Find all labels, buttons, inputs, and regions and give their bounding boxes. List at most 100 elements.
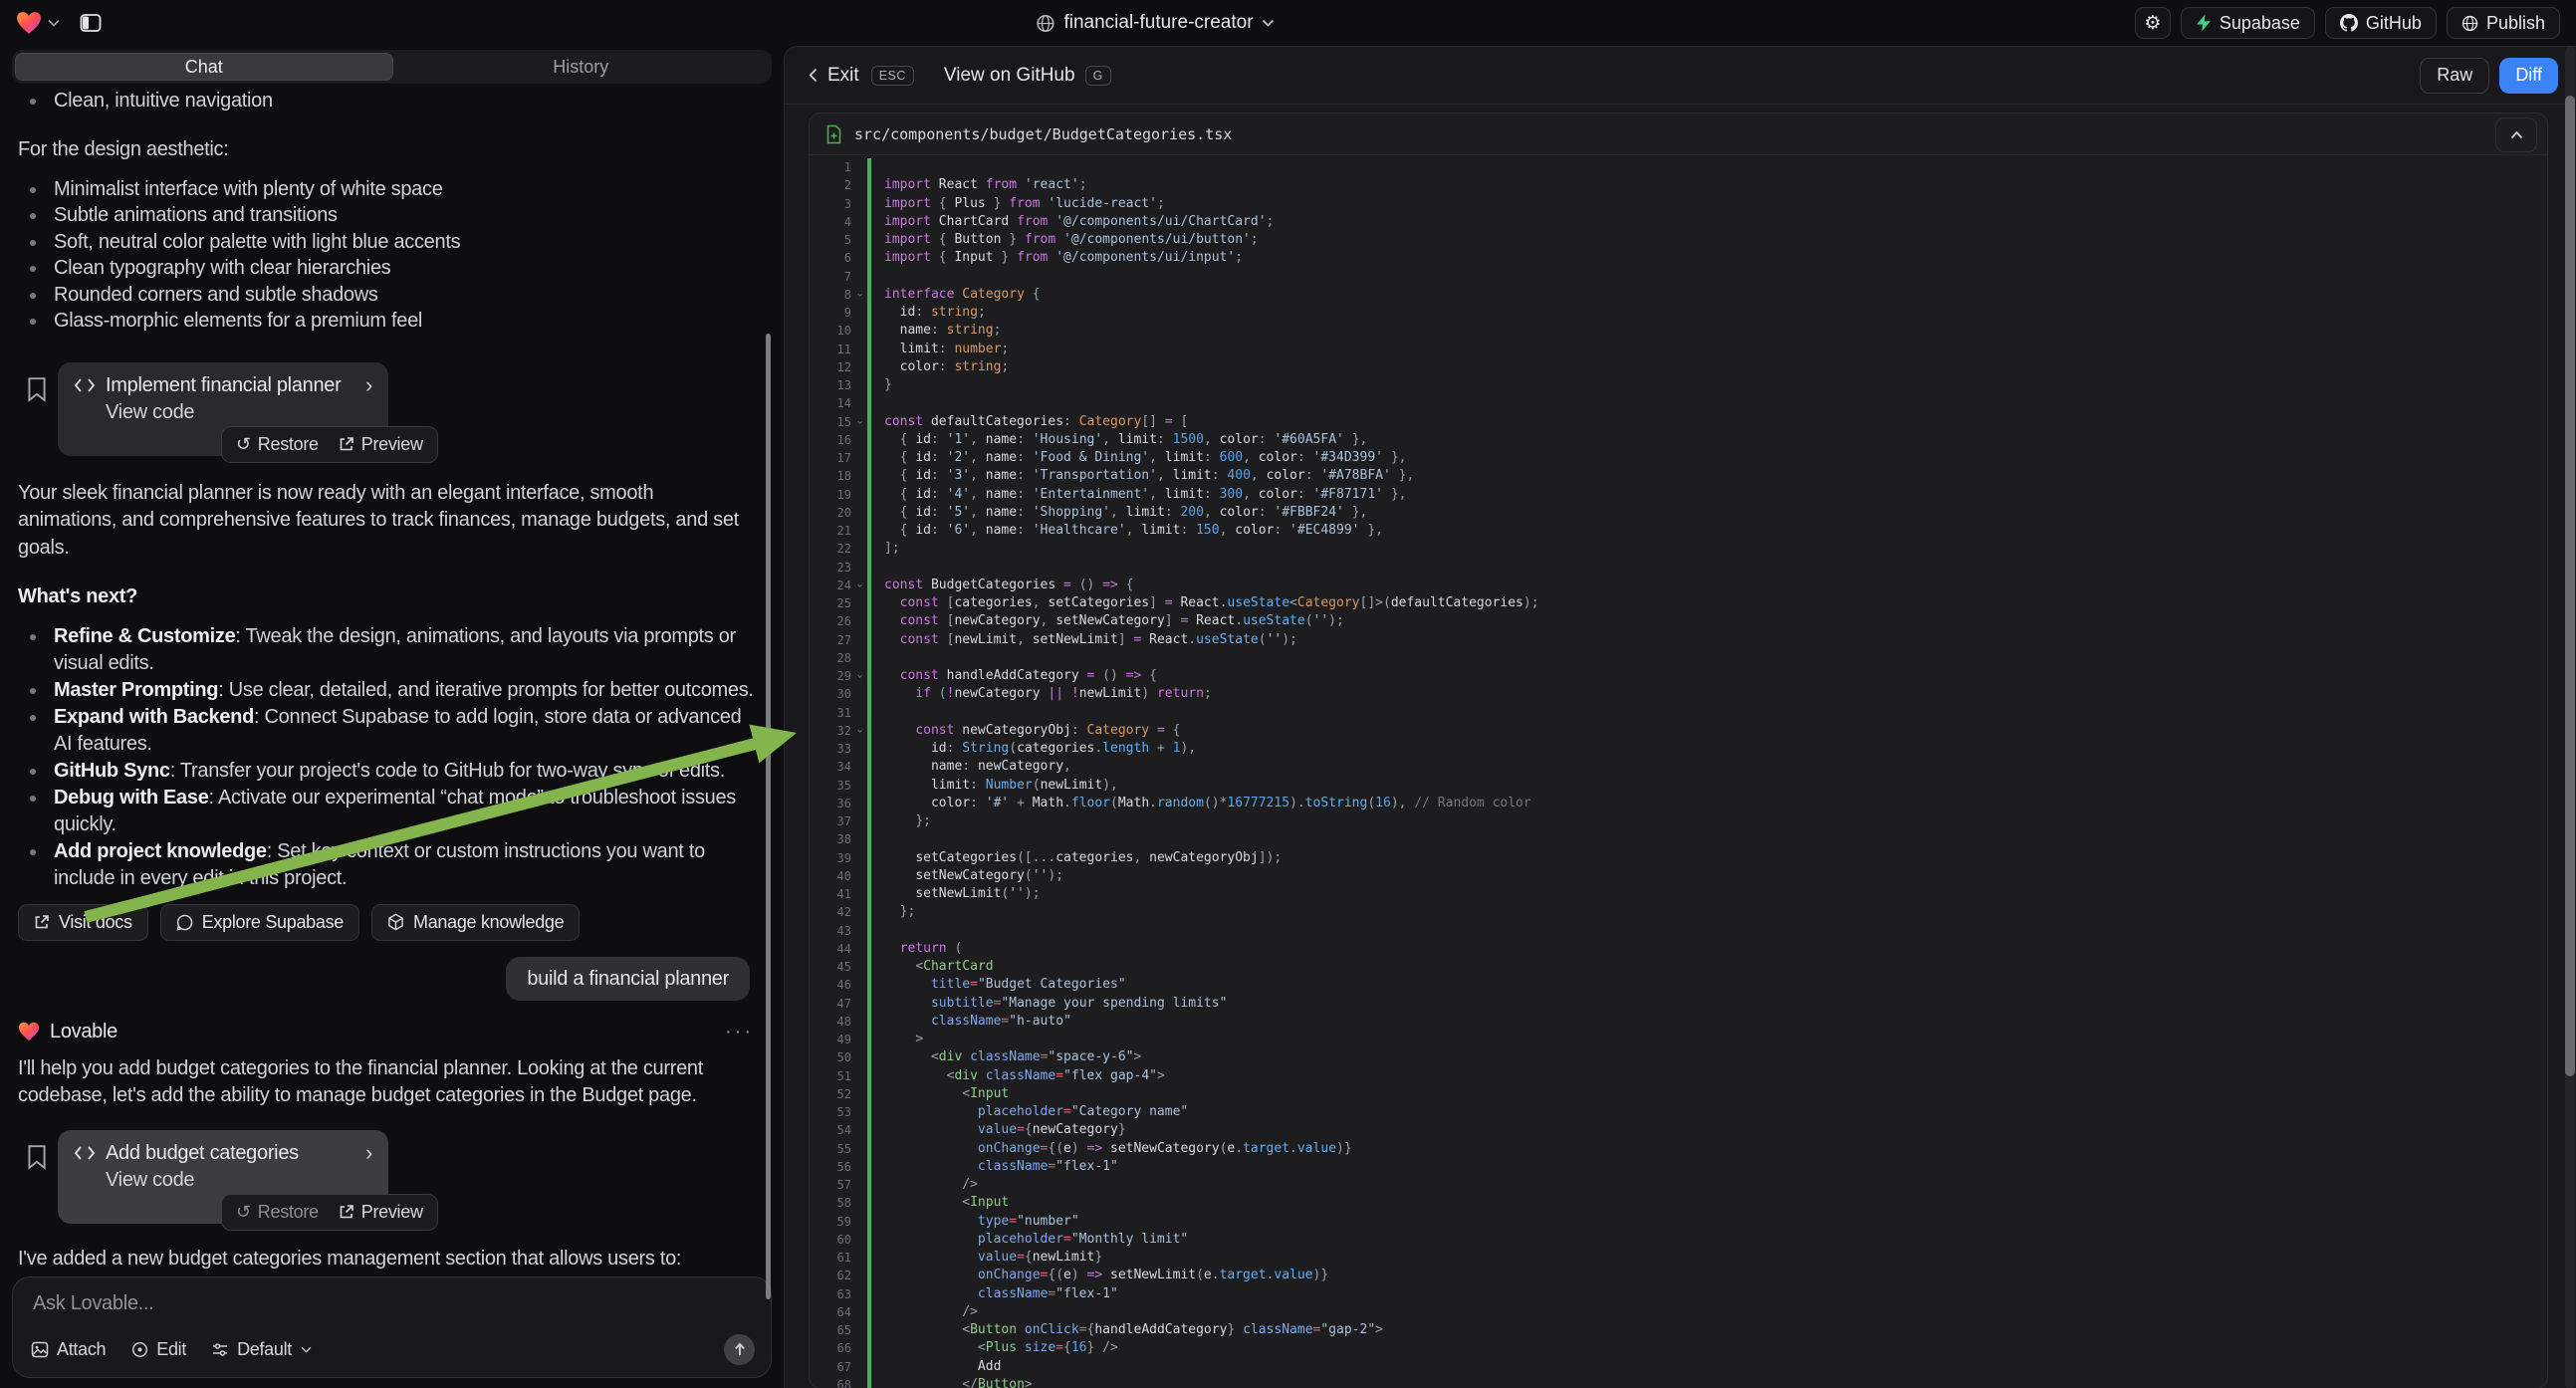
code-line: 42 };	[810, 903, 2547, 921]
diff-added-bar	[867, 795, 871, 812]
fold-spacer	[851, 1031, 867, 1048]
version-card-title: Implement financial planner	[106, 372, 341, 399]
logo-chevron-down-icon[interactable]	[48, 19, 60, 27]
list-item: Rounded corners and subtle shadows	[18, 282, 754, 309]
edit-button[interactable]: Edit	[131, 1339, 186, 1360]
project-globe-icon	[1036, 14, 1054, 33]
code-text: onChange={(e) => setNewLimit(e.target.va…	[884, 1267, 1328, 1284]
diff-added-bar	[867, 612, 871, 630]
code-text: Add	[884, 1358, 1001, 1376]
code-icon	[74, 1145, 96, 1161]
line-number: 29	[810, 667, 851, 685]
code-line: 41 setNewLimit('');	[810, 885, 2547, 903]
code-text: interface Category {	[884, 286, 1041, 304]
line-number: 67	[810, 1358, 851, 1376]
fold-chevron-icon[interactable]: ›	[851, 667, 867, 685]
line-number: 22	[810, 540, 851, 558]
line-number: 13	[810, 376, 851, 394]
chat-input[interactable]	[31, 1291, 755, 1316]
code-text: placeholder="Category name"	[884, 1103, 1188, 1121]
exit-button[interactable]: Exit	[809, 65, 859, 87]
lovable-logo[interactable]	[16, 11, 42, 35]
external-link-icon	[34, 914, 50, 930]
project-chevron-down-icon	[1263, 19, 1275, 27]
diff-added-bar	[867, 158, 871, 176]
code-line: 46 title="Budget Categories"	[810, 976, 2547, 994]
code-line: 65 <Button onClick={handleAddCategory} c…	[810, 1321, 2547, 1339]
explore-supabase-button[interactable]: Explore Supabase	[160, 904, 359, 941]
code-text: const [newLimit, setNewLimit] = React.us…	[884, 631, 1297, 649]
code-line: 40 setNewCategory('');	[810, 867, 2547, 885]
publish-button[interactable]: Publish	[2447, 7, 2560, 39]
manage-knowledge-button[interactable]: Manage knowledge	[371, 904, 580, 941]
fold-spacer	[851, 559, 867, 577]
send-button[interactable]	[724, 1334, 755, 1365]
publish-globe-icon	[2461, 15, 2478, 32]
code-line: 35 limit: Number(newLimit),	[810, 777, 2547, 795]
collapse-file-button[interactable]	[2495, 117, 2537, 152]
window-scrollbar-thumb[interactable]	[2565, 96, 2575, 1076]
code-line: 22];	[810, 540, 2547, 558]
code-line: 26 const [newCategory, setNewCategory] =…	[810, 612, 2547, 630]
code-icon	[74, 377, 96, 393]
code-text: return (	[884, 940, 962, 958]
code-text: </Button>	[884, 1376, 1033, 1388]
fold-chevron-icon[interactable]: ›	[851, 286, 867, 304]
supabase-button[interactable]: Supabase	[2181, 7, 2315, 39]
settings-button[interactable]: ⚙	[2135, 7, 2171, 39]
sidebar-toggle-button[interactable]	[74, 6, 108, 40]
code-line: 6import { Input } from '@/components/ui/…	[810, 249, 2547, 267]
diff-toggle-button[interactable]: Diff	[2499, 58, 2558, 94]
code-text: if (!newCategory || !newLimit) return;	[884, 685, 1212, 703]
fold-spacer	[851, 1013, 867, 1031]
diff-added-bar	[867, 1121, 871, 1139]
diff-added-bar	[867, 394, 871, 412]
diff-added-bar	[867, 1358, 871, 1376]
visit-docs-button[interactable]: Visit docs	[18, 904, 148, 941]
diff-added-bar	[867, 1194, 871, 1212]
bookmark-icon[interactable]	[26, 376, 48, 402]
diff-added-bar	[867, 940, 871, 958]
line-number: 19	[810, 486, 851, 504]
code-line: 67 Add	[810, 1358, 2547, 1376]
line-number: 48	[810, 1013, 851, 1031]
fold-chevron-icon[interactable]: ›	[851, 577, 867, 594]
bookmark-icon[interactable]	[26, 1144, 48, 1170]
line-number: 34	[810, 758, 851, 776]
code-text: >	[884, 1031, 923, 1048]
restore-button[interactable]: ↺ Restore	[228, 1199, 327, 1226]
fold-chevron-icon[interactable]: ›	[851, 722, 867, 740]
chat-scrollbar[interactable]	[766, 334, 771, 1299]
diff-added-bar	[867, 958, 871, 976]
tab-chat[interactable]: Chat	[15, 53, 393, 81]
code-line: 4import ChartCard from '@/components/ui/…	[810, 213, 2547, 231]
fold-spacer	[851, 504, 867, 522]
view-code-link[interactable]: View code	[106, 1167, 372, 1194]
tab-history[interactable]: History	[393, 53, 770, 81]
code-text: { id: '6', name: 'Healthcare', limit: 15…	[884, 522, 1383, 540]
github-button[interactable]: GitHub	[2325, 7, 2437, 39]
view-on-github-link[interactable]: View on GitHub G	[944, 65, 1111, 87]
line-number: 40	[810, 867, 851, 885]
code-text: const handleAddCategory = () => {	[884, 667, 1157, 685]
line-number: 4	[810, 213, 851, 231]
project-switcher[interactable]: financial-future-creator	[1036, 0, 1274, 46]
line-number: 26	[810, 612, 851, 630]
restore-button[interactable]: ↺ Restore	[228, 431, 327, 458]
arrow-up-icon	[733, 1342, 747, 1357]
view-code-link[interactable]: View code	[106, 399, 372, 426]
mode-selector[interactable]: Default	[212, 1339, 312, 1360]
attach-button[interactable]: Attach	[31, 1339, 106, 1360]
line-number: 20	[810, 504, 851, 522]
diff-added-bar	[867, 1048, 871, 1066]
diff-added-bar	[867, 1303, 871, 1321]
preview-button[interactable]: Preview	[331, 431, 431, 458]
diff-added-bar	[867, 758, 871, 776]
preview-button[interactable]: Preview	[331, 1199, 431, 1226]
raw-toggle-button[interactable]: Raw	[2420, 58, 2489, 94]
chat-messages: Clean, intuitive navigation For the desi…	[0, 84, 784, 1271]
message-menu-button[interactable]: ···	[725, 1021, 754, 1043]
diff-added-bar	[867, 995, 871, 1013]
fold-chevron-icon[interactable]: ›	[851, 413, 867, 431]
code-text: limit: number;	[884, 341, 1009, 358]
